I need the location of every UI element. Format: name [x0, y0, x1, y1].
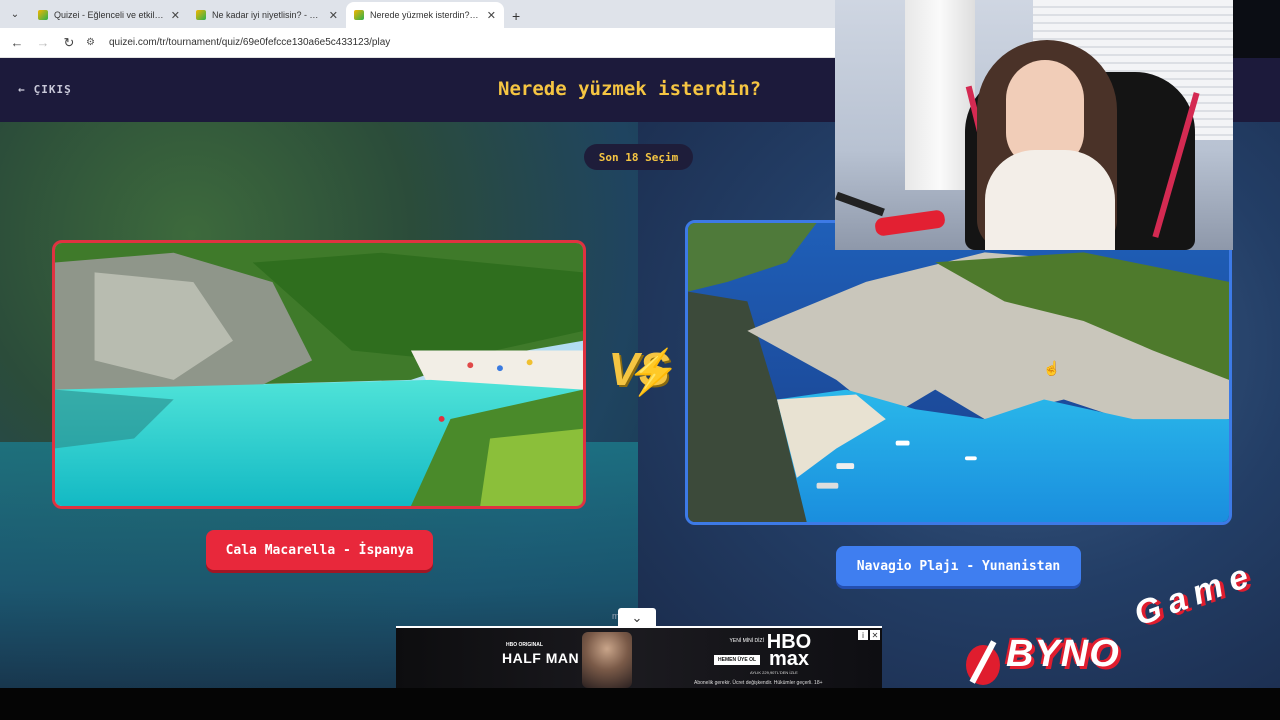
tab-close-icon[interactable]: ✕: [329, 9, 338, 22]
reload-icon[interactable]: ↻: [60, 35, 78, 51]
back-arrow-icon[interactable]: ←: [8, 35, 26, 50]
ad-legal-text: Abonelik gerekir. Ücret değişkendir. Hük…: [694, 680, 823, 686]
left-choice-button[interactable]: Cala Macarella - İspanya: [206, 530, 433, 570]
new-tab-plus-icon[interactable]: +: [504, 8, 528, 28]
hand-cursor-icon: ☝: [1043, 360, 1061, 376]
ad-info-icon[interactable]: i: [858, 630, 868, 640]
navagio-beach-image: [688, 223, 1229, 522]
ad-price: AYLIK 229,90TL'DEN İZLE: [750, 670, 798, 675]
microphone-icon: [874, 209, 946, 237]
exit-label: ÇIKIŞ: [33, 83, 72, 96]
tab-close-icon[interactable]: ✕: [487, 9, 496, 22]
collapse-ad-chevron-icon[interactable]: ⌄: [618, 608, 656, 628]
ad-banner[interactable]: i ✕ HBO ORIGINAL HALF MAN YENİ MİNİ DİZİ…: [396, 626, 882, 688]
screen: ⌄ Quizei - Eğlenceli ve etkileşimli ✕ Ne…: [0, 0, 1280, 720]
max-text: max: [768, 648, 810, 670]
right-choice-image-card[interactable]: [685, 220, 1232, 525]
address-bar: ← → ↻ ⚙ quizei.com/tr/tournament/quiz/69…: [0, 28, 835, 58]
browser-tab-1[interactable]: Quizei - Eğlenceli ve etkileşimli ✕: [30, 2, 188, 28]
webcam-overlay: [835, 0, 1233, 250]
tab-title: Nerede yüzmek isterdin? - Tier: [370, 10, 481, 20]
ad-person-image: [582, 632, 632, 688]
pen-icon: [966, 645, 1000, 685]
exit-button[interactable]: ← ÇIKIŞ: [18, 83, 72, 96]
quizei-favicon-icon: [38, 10, 48, 20]
lightning-bolt-icon: ⚡: [626, 348, 681, 397]
streamer-logo: BYNO Game: [960, 555, 1280, 695]
back-arrow-icon: ←: [18, 83, 26, 96]
quizei-favicon-icon: [354, 10, 364, 20]
url-field[interactable]: quizei.com/tr/tournament/quiz/69e0fefcce…: [109, 37, 390, 48]
quizei-favicon-icon: [196, 10, 206, 20]
tab-title: Ne kadar iyi niyetlisin? - Tier Li: [212, 10, 323, 20]
tab-search-chevron-icon[interactable]: ⌄: [4, 3, 26, 25]
browser-tab-3-active[interactable]: Nerede yüzmek isterdin? - Tier ✕: [346, 2, 504, 28]
tab-close-icon[interactable]: ✕: [171, 9, 180, 22]
hbo-max-logo: HBO max: [766, 632, 812, 670]
tab-title: Quizei - Eğlenceli ve etkileşimli: [54, 10, 165, 20]
ad-close-icon[interactable]: ✕: [870, 630, 880, 640]
streamer-body: [985, 150, 1115, 250]
remaining-choices-badge: Son 18 Seçim: [584, 144, 693, 170]
ad-cta-button[interactable]: HEMEN ÜYE OL: [714, 655, 761, 665]
site-info-icon[interactable]: ⚙: [86, 37, 95, 48]
browser-tab-bar: ⌄ Quizei - Eğlenceli ve etkileşimli ✕ Ne…: [0, 0, 835, 28]
left-choice-image-card[interactable]: [52, 240, 586, 509]
quiz-title: Nerede yüzmek isterdin?: [498, 78, 762, 100]
ad-new-series: YENİ MİNİ DİZİ: [729, 638, 764, 644]
ad-hbo-original: HBO ORIGINAL: [506, 642, 543, 648]
cala-macarella-image: [55, 243, 583, 506]
forward-arrow-icon[interactable]: →: [34, 35, 52, 50]
ad-controls: i ✕: [858, 630, 880, 640]
browser-tab-2[interactable]: Ne kadar iyi niyetlisin? - Tier Li ✕: [188, 2, 346, 28]
ad-title: HALF MAN: [502, 650, 580, 666]
mic-arm: [835, 191, 885, 217]
logo-byno-text: BYNO: [1006, 633, 1120, 675]
